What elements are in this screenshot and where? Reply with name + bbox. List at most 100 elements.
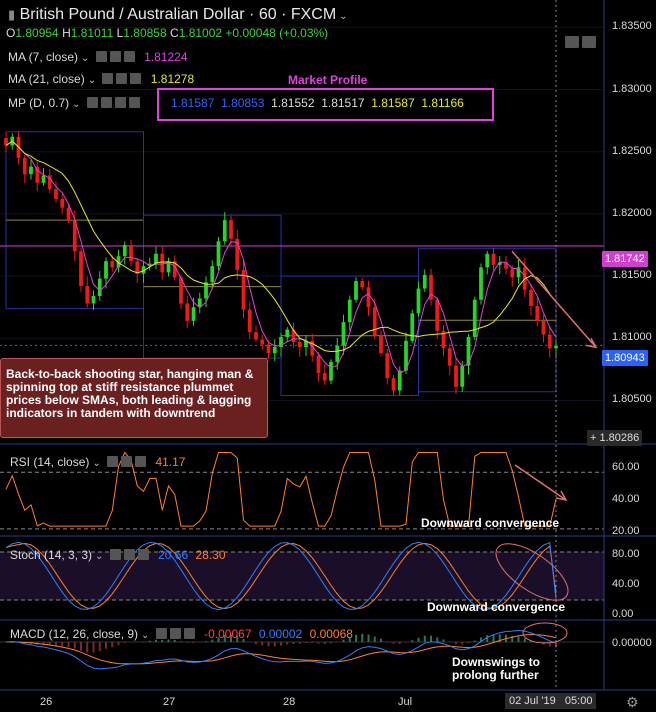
candle-body bbox=[529, 289, 533, 306]
crosshair-date-tag: 02 Jul '19 05:00 bbox=[505, 693, 597, 709]
ma7-legend[interactable]: MA (7, close) ⌄ 1.81224 bbox=[8, 50, 188, 64]
candle-body bbox=[104, 261, 108, 279]
mp-values: 1.81587 1.80853 1.81552 1.81517 1.81587 … bbox=[171, 96, 464, 110]
chart-header: ▮ British Pound / Australian Dollar · 60… bbox=[8, 6, 348, 23]
gear-icon[interactable] bbox=[169, 628, 181, 639]
rsi-tick: 60.00 bbox=[612, 461, 640, 473]
candle-body bbox=[454, 365, 458, 387]
candle-body bbox=[272, 346, 277, 354]
rsi-legend[interactable]: RSI (14, close) ⌄ 41.17 bbox=[10, 455, 185, 469]
gear-icon[interactable] bbox=[123, 549, 135, 560]
gear-icon[interactable] bbox=[100, 97, 112, 108]
candle-body bbox=[247, 309, 252, 333]
chevron-down-icon[interactable]: ⌄ bbox=[92, 458, 100, 469]
close-icon[interactable] bbox=[183, 628, 195, 639]
candle-body bbox=[185, 303, 190, 321]
candle-body bbox=[85, 286, 90, 304]
candle-body bbox=[472, 299, 477, 338]
chevron-down-icon[interactable]: ⌄ bbox=[72, 99, 80, 110]
price-tick: 1.82500 bbox=[612, 144, 652, 157]
close-icon[interactable] bbox=[137, 549, 149, 560]
candle-body bbox=[122, 245, 127, 257]
candle-body bbox=[535, 305, 540, 321]
candle-body bbox=[354, 281, 358, 300]
gear-icon[interactable]: ⚙ bbox=[626, 694, 639, 711]
eye-icon[interactable] bbox=[102, 73, 114, 84]
ma21-legend[interactable]: MA (21, close) ⌄ 1.81278 bbox=[8, 72, 194, 86]
price-tick: 1.81000 bbox=[612, 331, 652, 344]
rsi-tick: 40.00 bbox=[612, 493, 640, 505]
eye-icon[interactable] bbox=[155, 628, 167, 639]
stoch-tick: 80.00 bbox=[612, 548, 640, 560]
candle-body bbox=[35, 166, 40, 183]
candle-body bbox=[410, 313, 415, 341]
symbol-name[interactable]: British Pound / Australian Dollar bbox=[20, 6, 245, 23]
price-tick: 1.83500 bbox=[612, 20, 652, 33]
candle-body bbox=[479, 267, 483, 300]
candle-body bbox=[66, 207, 71, 221]
eye-icon[interactable] bbox=[107, 456, 119, 467]
price-tick: 1.83000 bbox=[612, 82, 652, 95]
candle-body bbox=[316, 355, 321, 374]
x-tick: Jul bbox=[398, 696, 413, 708]
candle-body bbox=[229, 220, 233, 239]
chevron-down-icon[interactable]: ⌄ bbox=[339, 11, 347, 22]
candle-body bbox=[285, 329, 290, 338]
collapse-buttons[interactable] bbox=[562, 34, 596, 52]
close-icon[interactable] bbox=[123, 51, 135, 62]
candle-body bbox=[385, 353, 390, 379]
candle-body bbox=[447, 348, 452, 366]
eye-icon[interactable] bbox=[95, 51, 107, 62]
candle-body bbox=[347, 299, 352, 323]
stoch-legend[interactable]: Stoch (14, 3, 3) ⌄ 20.66 28.30 bbox=[10, 548, 226, 562]
candle-body bbox=[204, 282, 208, 299]
candle-body bbox=[29, 166, 33, 175]
candle-body bbox=[460, 365, 465, 387]
settings-icon[interactable] bbox=[114, 97, 126, 108]
stoch-tick: 0.00 bbox=[612, 608, 634, 620]
chevron-down-icon[interactable]: ⌄ bbox=[141, 630, 149, 641]
eye-icon[interactable] bbox=[86, 97, 98, 108]
candle-body bbox=[210, 266, 215, 283]
analysis-annotation: Back-to-back shooting star, hanging man … bbox=[0, 358, 268, 438]
candle-body bbox=[416, 288, 421, 314]
arrow-up-icon[interactable] bbox=[582, 36, 596, 48]
price-tick: 1.81500 bbox=[612, 269, 652, 282]
candle-body bbox=[297, 342, 302, 347]
candle-body bbox=[129, 245, 133, 262]
candle-body bbox=[422, 274, 427, 289]
rsi-tick: 20.00 bbox=[612, 525, 640, 537]
chevron-down-icon[interactable]: ⌄ bbox=[88, 75, 96, 86]
mp-title: Market Profile bbox=[288, 73, 368, 87]
eye-icon[interactable] bbox=[109, 549, 121, 560]
macd-annotation-2: prolong further bbox=[452, 668, 539, 682]
mp-legend[interactable]: MP (D, 0.7) ⌄ bbox=[8, 96, 140, 110]
stoch-annotation: Downward convergence bbox=[427, 600, 566, 614]
candle-body bbox=[41, 175, 46, 183]
crosshair-price-tag: + 1.80286 bbox=[587, 430, 643, 446]
interval[interactable]: 60 bbox=[259, 6, 277, 23]
candle-body bbox=[541, 320, 546, 335]
ohlc-readout: O1.80954 H1.81011 L1.80858 C1.81002 +0.0… bbox=[6, 26, 329, 40]
chevron-down-icon[interactable]: ⌄ bbox=[95, 551, 103, 562]
chevron-down-icon[interactable]: ⌄ bbox=[81, 53, 89, 64]
candle-body bbox=[329, 361, 333, 381]
gear-icon[interactable] bbox=[121, 456, 133, 467]
candle-body bbox=[135, 261, 140, 274]
candle-body bbox=[54, 189, 58, 199]
candle-body bbox=[260, 339, 265, 345]
close-icon[interactable] bbox=[128, 97, 140, 108]
arrow-down-icon[interactable] bbox=[565, 36, 579, 48]
candle-body bbox=[485, 253, 490, 268]
symbol-icon: ▮ bbox=[8, 7, 16, 22]
candle-body bbox=[366, 287, 371, 308]
candle-body bbox=[222, 220, 227, 242]
current-price-tag: 1.80943 bbox=[602, 350, 648, 366]
gear-icon[interactable] bbox=[116, 73, 128, 84]
macd-legend[interactable]: MACD (12, 26, close, 9) ⌄ -0.00067 0.0000… bbox=[10, 627, 353, 641]
gear-icon[interactable] bbox=[109, 51, 121, 62]
close-icon[interactable] bbox=[130, 73, 142, 84]
candle-body bbox=[391, 378, 396, 391]
rsi-annotation: Downward convergence bbox=[421, 516, 560, 530]
close-icon[interactable] bbox=[135, 456, 147, 467]
